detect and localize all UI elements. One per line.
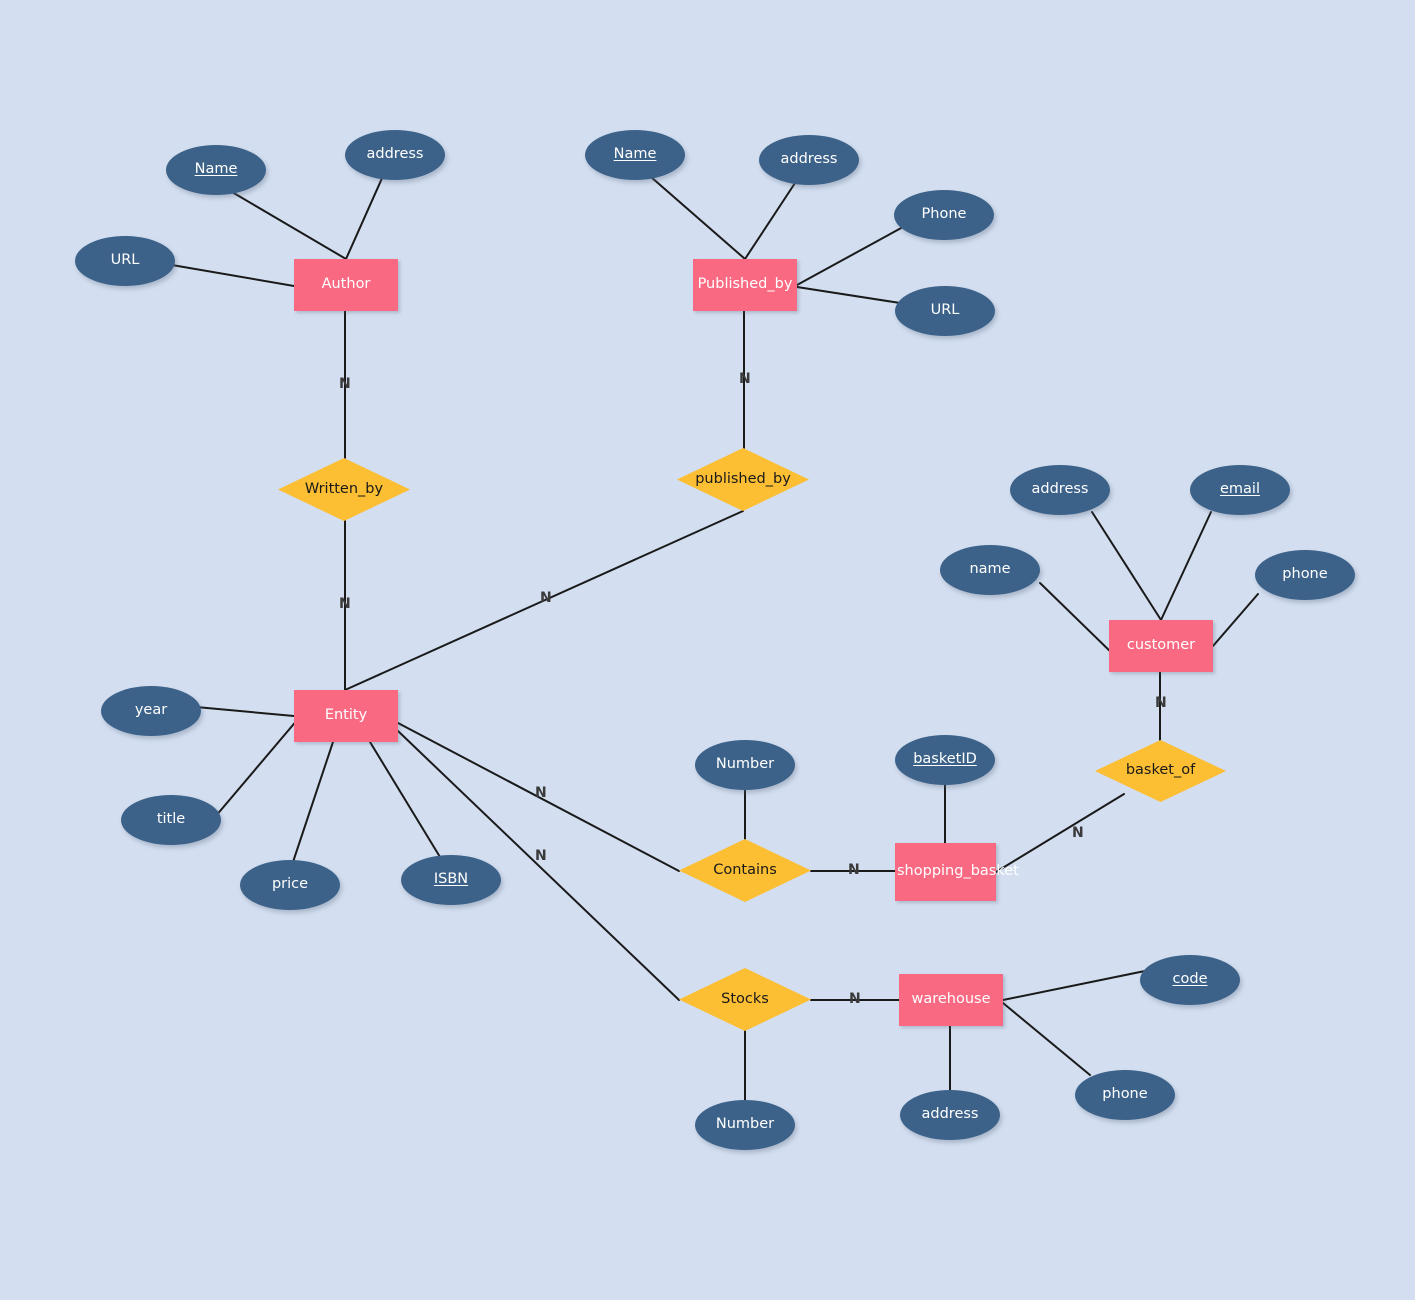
attribute-cust_address[interactable]: address [1010,465,1110,515]
attribute-label: basketID [913,751,977,768]
entity-shopping_basket[interactable]: shopping_basket [895,843,1019,901]
cardinality-card-publishedby-entity: N [540,590,552,606]
attribute-label: title [156,811,186,828]
entity-label: warehouse [911,991,991,1008]
connector-line [796,226,904,286]
entity-label: Entity [324,707,368,724]
connector-line [650,176,746,260]
entity-customer[interactable]: customer [1109,620,1213,672]
connector-line [796,286,901,304]
cardinality-card-stocks-warehouse: N [849,991,861,1007]
entity-author[interactable]: Author [294,259,398,311]
attribute-pub_address[interactable]: address [759,135,859,185]
attribute-author_url[interactable]: URL [75,236,175,286]
connector-line [1212,593,1259,647]
attribute-entity_isbn[interactable]: ISBN [401,855,501,905]
attribute-pub_phone[interactable]: Phone [894,190,994,240]
attribute-label: Name [194,161,238,178]
relationship-published_by[interactable]: published_by [677,448,809,511]
attribute-cust_email[interactable]: email [1190,465,1290,515]
connector-line [1091,511,1162,621]
connector-line [292,741,334,863]
attribute-label: name [969,561,1011,578]
attribute-entity_price[interactable]: price [240,860,340,910]
entity-entity[interactable]: Entity [294,690,398,742]
relationship-label: basket_of [1125,762,1196,779]
connector-line [195,706,295,717]
attribute-label: phone [1282,566,1328,583]
connector-line [345,175,384,260]
attribute-label: address [921,1106,979,1123]
attribute-label: ISBN [433,871,469,888]
cardinality-card-cust-basketof: N [1155,695,1167,711]
entity-label: customer [1126,637,1196,654]
attribute-author_address[interactable]: address [345,130,445,180]
entity-published_by_e[interactable]: Published_by [693,259,797,311]
attribute-label: address [780,151,838,168]
attribute-label: Name [613,146,657,163]
relationship-written_by[interactable]: Written_by [278,458,410,521]
connector-line [1039,582,1116,657]
attribute-stocks_num[interactable]: Number [695,1100,795,1150]
attribute-entity_year[interactable]: year [101,686,201,736]
attribute-label: code [1172,971,1208,988]
relationship-contains[interactable]: Contains [679,839,811,902]
entity-warehouse[interactable]: warehouse [899,974,1003,1026]
attribute-label: email [1220,481,1260,498]
attribute-label: Phone [921,206,967,223]
relationship-label: Stocks [721,990,769,1007]
attribute-label: address [366,146,424,163]
relationship-label: Contains [713,861,777,878]
entity-label: Author [321,276,371,293]
attribute-basket_id[interactable]: basketID [895,735,995,785]
connector-line [744,179,798,260]
attribute-label: URL [930,302,960,319]
relationship-label: published_by [695,470,791,487]
attribute-label: year [134,702,168,719]
cardinality-card-pub-publishedby: N [739,371,751,387]
connector-line [369,741,441,858]
attribute-label: Number [715,756,775,773]
relationship-label: Written_by [304,480,384,497]
connector-line [1160,511,1212,621]
entity-label: Published_by [697,276,793,293]
attribute-pub_name[interactable]: Name [585,130,685,180]
attribute-wh_address[interactable]: address [900,1090,1000,1140]
cardinality-card-basketof-basket: N [1072,825,1084,841]
attribute-pub_url[interactable]: URL [895,286,995,336]
attribute-cust_phone[interactable]: phone [1255,550,1355,600]
attribute-wh_phone[interactable]: phone [1075,1070,1175,1120]
er-diagram-canvas: Written_by published_by basket_of Contains S… [0,0,1415,1300]
connector-line [1002,1002,1091,1076]
relationship-stocks[interactable]: Stocks [679,968,811,1031]
attribute-label: price [271,876,309,893]
cardinality-card-entity-stocks: N [535,848,547,864]
entity-label: shopping_basket [897,863,1019,880]
attribute-author_name[interactable]: Name [166,145,266,195]
cardinality-card-author-writtenby: N [339,376,351,392]
attribute-label: URL [110,252,140,269]
connector-line [171,264,295,287]
cardinality-card-writtenby-entity: N [339,596,351,612]
connector-line [231,191,347,260]
attribute-label: phone [1102,1086,1148,1103]
connector-line [214,718,299,818]
connector-line [995,793,1125,873]
cardinality-card-contains-basket: N [848,862,860,878]
attribute-label: address [1031,481,1089,498]
attribute-cust_name[interactable]: name [940,545,1040,595]
attribute-label: Number [715,1116,775,1133]
connector-line [1002,970,1146,1001]
attribute-wh_code[interactable]: code [1140,955,1240,1005]
relationship-basket_of[interactable]: basket_of [1095,740,1226,802]
attribute-contains_num[interactable]: Number [695,740,795,790]
cardinality-card-entity-contains: N [535,785,547,801]
attribute-entity_title[interactable]: title [121,795,221,845]
